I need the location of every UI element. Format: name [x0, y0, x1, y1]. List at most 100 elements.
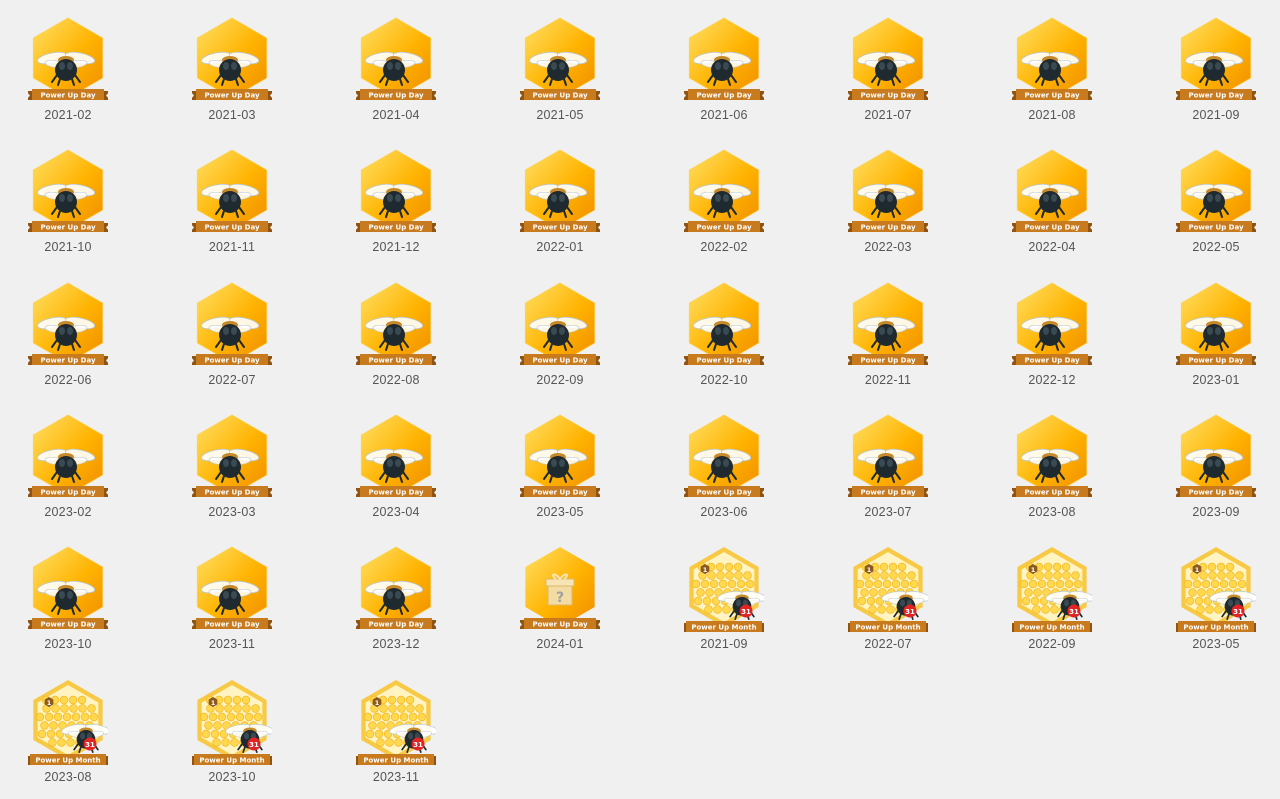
badge-month-2021-09[interactable]: 1 31 Power Up Month 2021-09 — [664, 535, 784, 667]
badge-date-label: 2023-02 — [44, 505, 92, 519]
svg-text:Power Up Day: Power Up Day — [1024, 488, 1079, 496]
power-up-day-badge-icon: Power Up Day — [1012, 414, 1092, 497]
badge-day-2022-07[interactable]: Power Up Day 2022-07 — [172, 271, 292, 403]
svg-text:Power Up Day: Power Up Day — [204, 620, 259, 628]
badge-day-2023-05[interactable]: Power Up Day 2023-05 — [500, 403, 620, 535]
badge-day-2021-06[interactable]: Power Up Day 2021-06 — [664, 6, 784, 138]
badge-mystery-2024-01[interactable]: ? Power Up Day 2024-01 — [500, 535, 620, 667]
badge-day-2023-11[interactable]: Power Up Day 2023-11 — [172, 535, 292, 667]
badge-day-2022-02[interactable]: Power Up Day 2022-02 — [664, 138, 784, 270]
badge-date-label: 2022-02 — [700, 240, 748, 254]
svg-text:Power Up Month: Power Up Month — [1019, 623, 1084, 631]
svg-text:Power Up Day: Power Up Day — [860, 223, 915, 231]
badge-day-2022-04[interactable]: Power Up Day 2022-04 — [992, 138, 1112, 270]
badge-day-2023-07[interactable]: Power Up Day 2023-07 — [828, 403, 948, 535]
badge-month-2023-08[interactable]: 1 31 Power Up Month 2023-08 — [8, 668, 128, 799]
badge-month-2022-09[interactable]: 1 31 Power Up Month 2022-09 — [992, 535, 1112, 667]
badge-day-2022-03[interactable]: Power Up Day 2022-03 — [828, 138, 948, 270]
badge-day-2023-06[interactable]: Power Up Day 2023-06 — [664, 403, 784, 535]
power-up-day-badge-icon: Power Up Day — [28, 17, 108, 100]
badge-date-label: 2023-08 — [44, 770, 92, 784]
badge-date-label: 2021-07 — [864, 108, 912, 122]
badge-day-2021-03[interactable]: Power Up Day 2021-03 — [172, 6, 292, 138]
badge-date-label: 2023-10 — [208, 770, 256, 784]
badge-date-label: 2022-07 — [208, 373, 256, 387]
badge-day-2022-08[interactable]: Power Up Day 2022-08 — [336, 271, 456, 403]
badge-month-2023-10[interactable]: 1 31 Power Up Month 2023-10 — [172, 668, 292, 799]
badge-day-2023-08[interactable]: Power Up Day 2023-08 — [992, 403, 1112, 535]
badge-date-label: 2021-08 — [1028, 108, 1076, 122]
badge-date-label: 2022-09 — [1028, 637, 1076, 651]
power-up-day-badge-icon: Power Up Day — [192, 414, 272, 497]
power-up-day-badge-icon: Power Up Day — [520, 17, 600, 100]
badge-date-label: 2021-09 — [700, 637, 748, 651]
badge-day-2022-09[interactable]: Power Up Day 2022-09 — [500, 271, 620, 403]
badge-day-2022-06[interactable]: Power Up Day 2022-06 — [8, 271, 128, 403]
power-up-month-badge-icon: 1 31 Power Up Month — [684, 547, 764, 632]
power-up-day-badge-icon: Power Up Day — [192, 17, 272, 100]
svg-text:Power Up Day: Power Up Day — [368, 620, 423, 628]
svg-text:Power Up Day: Power Up Day — [860, 91, 915, 99]
badge-day-2023-03[interactable]: Power Up Day 2023-03 — [172, 403, 292, 535]
badge-month-2023-05[interactable]: 1 31 Power Up Month 2023-05 — [1156, 535, 1276, 667]
badge-date-label: 2022-12 — [1028, 373, 1076, 387]
svg-text:Power Up Month: Power Up Month — [691, 623, 756, 631]
svg-text:Power Up Day: Power Up Day — [40, 223, 95, 231]
power-up-day-badge-icon: Power Up Day — [684, 149, 764, 232]
badge-month-2023-11[interactable]: 1 31 Power Up Month 2023-11 — [336, 668, 456, 799]
badge-date-label: 2022-05 — [1192, 240, 1240, 254]
badge-day-2021-08[interactable]: Power Up Day 2021-08 — [992, 6, 1112, 138]
badge-day-2023-10[interactable]: Power Up Day 2023-10 — [8, 535, 128, 667]
badge-date-label: 2023-11 — [372, 770, 420, 784]
svg-text:Power Up Day: Power Up Day — [1024, 91, 1079, 99]
badge-day-2021-07[interactable]: Power Up Day 2021-07 — [828, 6, 948, 138]
badge-day-2023-01[interactable]: Power Up Day 2023-01 — [1156, 271, 1276, 403]
badge-date-label: 2022-09 — [536, 373, 584, 387]
badge-month-2022-07[interactable]: 1 31 Power Up Month 2022-07 — [828, 535, 948, 667]
svg-text:Power Up Day: Power Up Day — [368, 356, 423, 364]
svg-text:Power Up Day: Power Up Day — [696, 488, 751, 496]
badge-day-2021-02[interactable]: Power Up Day 2021-02 — [8, 6, 128, 138]
power-up-day-badge-icon: Power Up Day — [684, 17, 764, 100]
badge-date-label: 2022-04 — [1028, 240, 1076, 254]
badge-day-2021-09[interactable]: Power Up Day 2021-09 — [1156, 6, 1276, 138]
badge-date-label: 2021-06 — [700, 108, 748, 122]
badge-day-2022-10[interactable]: Power Up Day 2022-10 — [664, 271, 784, 403]
badge-day-2022-01[interactable]: Power Up Day 2022-01 — [500, 138, 620, 270]
badge-day-2022-05[interactable]: Power Up Day 2022-05 — [1156, 138, 1276, 270]
badge-day-2021-04[interactable]: Power Up Day 2021-04 — [336, 6, 456, 138]
svg-text:Power Up Day: Power Up Day — [1188, 488, 1243, 496]
power-up-day-badge-icon: Power Up Day — [356, 546, 436, 629]
badge-date-label: 2023-05 — [1192, 637, 1240, 651]
badge-date-label: 2023-03 — [208, 505, 256, 519]
badge-day-2023-09[interactable]: Power Up Day 2023-09 — [1156, 403, 1276, 535]
badge-day-2023-04[interactable]: Power Up Day 2023-04 — [336, 403, 456, 535]
svg-text:Power Up Day: Power Up Day — [696, 223, 751, 231]
badge-day-2022-12[interactable]: Power Up Day 2022-12 — [992, 271, 1112, 403]
power-up-month-badge-icon: 1 31 Power Up Month — [356, 680, 436, 765]
svg-text:Power Up Day: Power Up Day — [860, 488, 915, 496]
svg-text:1: 1 — [703, 566, 708, 574]
svg-text:1: 1 — [867, 566, 872, 574]
badge-day-2023-12[interactable]: Power Up Day 2023-12 — [336, 535, 456, 667]
svg-text:31: 31 — [1069, 608, 1079, 616]
svg-text:Power Up Day: Power Up Day — [40, 620, 95, 628]
power-up-day-badge-icon: Power Up Day — [192, 282, 272, 365]
badge-day-2021-10[interactable]: Power Up Day 2021-10 — [8, 138, 128, 270]
power-up-day-badge-icon: Power Up Day — [192, 149, 272, 232]
svg-text:1: 1 — [1195, 566, 1200, 574]
badge-day-2023-02[interactable]: Power Up Day 2023-02 — [8, 403, 128, 535]
badge-day-2021-05[interactable]: Power Up Day 2021-05 — [500, 6, 620, 138]
badge-date-label: 2021-03 — [208, 108, 256, 122]
svg-text:Power Up Day: Power Up Day — [40, 488, 95, 496]
svg-text:Power Up Day: Power Up Day — [204, 488, 259, 496]
badge-date-label: 2023-06 — [700, 505, 748, 519]
svg-text:Power Up Month: Power Up Month — [1183, 623, 1248, 631]
power-up-month-badge-icon: 1 31 Power Up Month — [1012, 547, 1092, 632]
badge-date-label: 2022-01 — [536, 240, 584, 254]
power-up-day-badge-icon: Power Up Day — [684, 414, 764, 497]
badge-day-2022-11[interactable]: Power Up Day 2022-11 — [828, 271, 948, 403]
badge-day-2021-12[interactable]: Power Up Day 2021-12 — [336, 138, 456, 270]
svg-text:Power Up Day: Power Up Day — [1188, 91, 1243, 99]
badge-day-2021-11[interactable]: Power Up Day 2021-11 — [172, 138, 292, 270]
